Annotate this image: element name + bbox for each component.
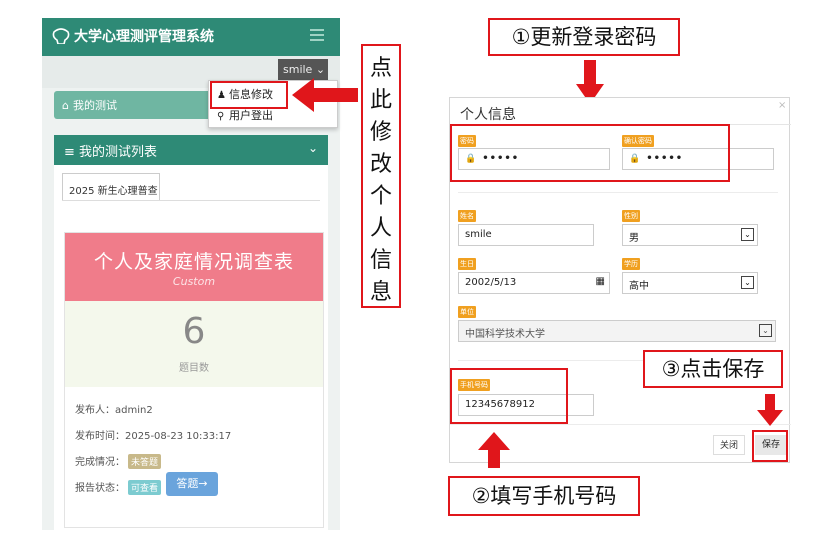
callout-char: 改 (369, 152, 392, 177)
callout-char: 此 (369, 88, 392, 113)
close-button[interactable]: 关闭 (713, 435, 745, 455)
callout-char: 个 (369, 184, 392, 209)
chevron-down-icon: ⌄ (759, 324, 772, 337)
callout-char: 点 (369, 56, 392, 81)
menu-item-label: 用户登出 (229, 109, 273, 122)
education-select[interactable]: 高中 ⌄ (622, 272, 758, 294)
publisher-value: admin2 (115, 405, 153, 416)
education-value: 高中 (629, 281, 649, 292)
section-divider (458, 192, 778, 193)
footer-divider (450, 424, 791, 425)
birthday-label: 生日 (458, 258, 476, 270)
brain-logo-icon (52, 28, 70, 44)
highlight-phone (450, 368, 568, 424)
publish-time-value: 2025-08-23 10:33:17 (125, 431, 232, 442)
arrow-up-icon (478, 432, 510, 468)
highlight-save (752, 430, 788, 462)
arrow-down-icon (757, 394, 783, 426)
report-label: 报告状态： (75, 483, 125, 494)
question-count-area: 6 题目数 (65, 301, 323, 387)
chevron-down-icon[interactable]: ⌄ (308, 141, 318, 155)
survey-subtitle: Custom (172, 275, 216, 288)
callout-char: 信 (369, 248, 392, 273)
status-badge: 未答题 (128, 454, 162, 469)
survey-title: 个人及家庭情况调查表 (93, 251, 294, 273)
birthday-value: 2002/5/13 (465, 277, 517, 288)
callout-char: 修 (369, 120, 392, 145)
test-list-header[interactable]: ≡ 我的测试列表 ⌄ (54, 135, 328, 165)
user-name: smile (283, 63, 313, 76)
highlight-password (450, 124, 730, 182)
publish-time-row: 发布时间：2025-08-23 10:33:17 (75, 427, 315, 442)
step2-label: ②填写手机号码 (448, 476, 640, 516)
test-list-card: ≡ 我的测试列表 ⌄ 2025 新生心理普查 个人及家庭情况调查表 Custom… (54, 135, 328, 530)
answer-button[interactable]: 答题→ (166, 472, 218, 496)
org-value: 中国科学技术大学 (465, 329, 545, 340)
name-field[interactable]: smile (458, 224, 594, 246)
tab-2025-survey[interactable]: 2025 新生心理普查 (62, 173, 160, 201)
chevron-down-icon: ⌄ (741, 276, 754, 289)
highlight-edit-info (210, 81, 288, 109)
survey-banner: 个人及家庭情况调查表 Custom (65, 233, 323, 301)
test-list-title: 我的测试列表 (79, 145, 158, 160)
chevron-down-icon: ⌄ (741, 228, 754, 241)
chevron-down-icon: ⌄ (315, 63, 326, 76)
completion-row: 完成情况： 未答题 (75, 453, 315, 469)
gender-label: 性别 (622, 210, 640, 222)
question-count: 6 (182, 311, 206, 352)
question-count-label: 题目数 (179, 363, 209, 374)
completion-label: 完成情况： (75, 457, 125, 468)
calendar-icon[interactable]: ▦ (596, 276, 605, 287)
org-select[interactable]: 中国科学技术大学 ⌄ (458, 320, 776, 342)
modal-title: 个人信息 (460, 107, 516, 123)
tab-divider (62, 200, 320, 201)
arrow-left-icon (292, 78, 358, 112)
list-icon: ≡ (64, 145, 75, 160)
app-header: 大学心理测评管理系统 (42, 18, 340, 56)
callout-char: 息 (369, 280, 392, 305)
gender-value: 男 (629, 233, 639, 244)
home-icon: ⌂ (62, 99, 69, 112)
birthday-field[interactable]: 2002/5/13 ▦ (458, 272, 610, 294)
callout-edit-info: 点 此 修 改 个 人 信 息 (361, 44, 401, 308)
publisher-row: 发布人：admin2 (75, 401, 315, 416)
app-title: 大学心理测评管理系统 (74, 29, 214, 45)
step3-label: ③点击保存 (643, 350, 783, 388)
publish-time-label: 发布时间： (75, 431, 125, 442)
org-label: 单位 (458, 306, 476, 318)
close-icon[interactable]: × (778, 100, 786, 111)
education-label: 学历 (622, 258, 640, 270)
gender-select[interactable]: 男 ⌄ (622, 224, 758, 246)
report-status-badge: 可查看 (128, 480, 162, 495)
name-label: 姓名 (458, 210, 476, 222)
key-icon: ⚲ (217, 111, 225, 122)
hamburger-menu-icon[interactable] (310, 29, 324, 41)
breadcrumb-label: 我的测试 (72, 99, 117, 112)
callout-char: 人 (369, 216, 392, 241)
step1-label: ①更新登录密码 (488, 18, 680, 56)
publisher-label: 发布人： (75, 405, 115, 416)
